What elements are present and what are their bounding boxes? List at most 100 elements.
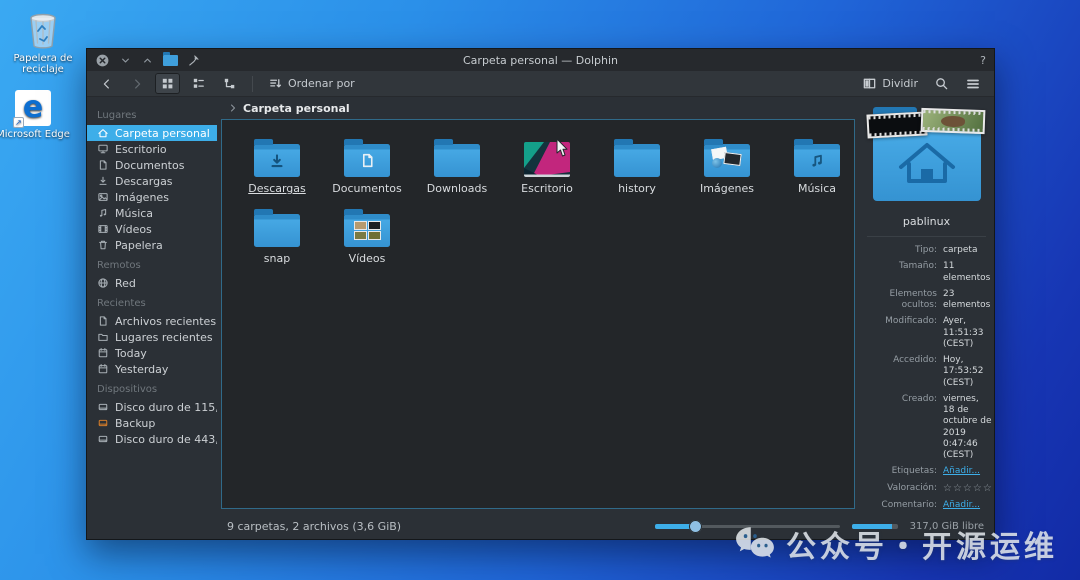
file-videos[interactable]: Vídeos <box>322 198 412 268</box>
folder-icon <box>254 144 300 177</box>
file-musica[interactable]: Música <box>772 128 855 198</box>
sidebar-item-musica[interactable]: Música <box>87 205 217 221</box>
hamburger-icon <box>965 76 981 92</box>
breadcrumb-current[interactable]: Carpeta personal <box>243 102 350 115</box>
forward-button[interactable] <box>125 74 149 94</box>
file-escritorio[interactable]: Escritorio <box>502 128 592 198</box>
sidebar-item-archivos-recientes[interactable]: Archivos recientes <box>87 313 217 329</box>
rating-stars[interactable]: ☆☆☆☆☆ <box>943 483 993 496</box>
sidebar-item-papelera[interactable]: Papelera <box>87 237 217 253</box>
music-emblem-icon <box>808 152 826 170</box>
split-button[interactable]: Dividir <box>857 73 923 94</box>
zoom-slider-handle[interactable] <box>689 520 702 533</box>
sidebar-item-backup[interactable]: Backup <box>87 415 217 431</box>
back-button[interactable] <box>95 74 119 94</box>
desktop-icon-label: Papelera de reciclaje <box>4 53 82 75</box>
file-documentos[interactable]: Documentos <box>322 128 412 198</box>
search-button[interactable] <box>929 73 954 94</box>
icons-view-button[interactable] <box>155 73 180 94</box>
calendar-icon <box>97 347 109 359</box>
items-summary: 9 carpetas, 2 archivos (3,6 GiB) <box>227 520 401 533</box>
trash-icon <box>97 239 109 251</box>
recycle-bin-icon <box>26 12 60 50</box>
desktop-icon-edge[interactable]: e ↗ Microsoft Edge <box>0 82 72 140</box>
folder-icon <box>344 214 390 247</box>
add-comment-link[interactable]: Añadir... <box>943 500 993 511</box>
file-snap[interactable]: snap <box>232 198 322 268</box>
information-panel: pablinux Tipo: carpeta Tamaño: 11 elemen… <box>859 97 994 513</box>
music-note-icon <box>97 207 109 219</box>
detail-tipo: carpeta <box>943 245 993 256</box>
globe-icon <box>97 277 109 289</box>
toolbar: Ordenar por Dividir <box>87 71 994 97</box>
split-icon <box>862 76 877 91</box>
sidebar-item-carpeta-personal[interactable]: Carpeta personal <box>87 125 217 141</box>
minimize-chevron-down-icon[interactable] <box>119 54 132 67</box>
sidebar-item-descargas[interactable]: Descargas <box>87 173 217 189</box>
hdd-icon <box>97 433 109 445</box>
sidebar-item-disco-115[interactable]: Disco duro de 115,1 GiB <box>87 399 217 415</box>
sidebar-item-documentos[interactable]: Documentos <box>87 157 217 173</box>
desktop-icon-recycle-bin[interactable]: Papelera de reciclaje <box>4 6 82 75</box>
sidebar-item-yesterday[interactable]: Yesterday <box>87 361 217 377</box>
selected-item-name: pablinux <box>867 215 986 228</box>
document-emblem-icon <box>359 152 376 169</box>
monitor-icon <box>97 143 109 155</box>
compact-view-icon <box>191 76 206 91</box>
detail-ocultos: 23 elementos <box>943 289 993 312</box>
sort-by-button[interactable]: Ordenar por <box>263 73 360 94</box>
sidebar-item-today[interactable]: Today <box>87 345 217 361</box>
folder-view[interactable]: Descargas Documentos Downloads <box>221 119 855 509</box>
breadcrumb: Carpeta personal <box>221 97 855 119</box>
file-imagenes[interactable]: Imágenes <box>682 128 772 198</box>
sidebar-item-lugares-recientes[interactable]: Lugares recientes <box>87 329 217 345</box>
details-view-button[interactable] <box>217 73 242 94</box>
window-folder-icon <box>163 55 178 66</box>
sidebar-item-disco-443[interactable]: Disco duro de 443,2 GiB <box>87 431 217 447</box>
chevron-right-icon <box>227 102 239 114</box>
detail-creado: viernes, 18 de octubre de 2019 0:47:46 (… <box>943 394 993 462</box>
sidebar-item-red[interactable]: Red <box>87 275 217 291</box>
titlebar[interactable]: Carpeta personal — Dolphin ? <box>87 49 994 71</box>
edge-icon: e ↗ <box>15 90 51 126</box>
file-downloads[interactable]: Downloads <box>412 128 502 198</box>
add-tags-link[interactable]: Añadir... <box>943 466 993 477</box>
folder-icon <box>794 144 840 177</box>
file-descargas[interactable]: Descargas <box>232 128 322 198</box>
filmstrip-thumbnail <box>920 108 985 134</box>
dolphin-window: Carpeta personal — Dolphin ? Ordenar por… <box>86 48 995 540</box>
menu-button[interactable] <box>960 73 986 95</box>
zoom-slider[interactable] <box>655 520 840 533</box>
hdd-icon <box>97 401 109 413</box>
file-history[interactable]: history <box>592 128 682 198</box>
detail-accedido: Hoy, 17:53:52 (CEST) <box>943 355 993 389</box>
sort-icon <box>268 76 283 91</box>
image-icon <box>97 191 109 203</box>
section-remotos: Remotos <box>87 253 217 275</box>
section-dispositivos: Dispositivos <box>87 377 217 399</box>
film-icon <box>97 223 109 235</box>
window-title: Carpeta personal — Dolphin <box>295 54 786 67</box>
sidebar-item-imagenes[interactable]: Imágenes <box>87 189 217 205</box>
tree-view-icon <box>222 76 237 91</box>
compact-view-button[interactable] <box>186 73 211 94</box>
close-icon[interactable] <box>95 53 110 68</box>
sidebar-item-escritorio[interactable]: Escritorio <box>87 141 217 157</box>
help-icon[interactable]: ? <box>786 54 986 67</box>
filmstrip-thumbnail <box>866 111 927 138</box>
recent-file-icon <box>97 315 109 327</box>
desktop-preview-thumbnail <box>524 142 570 177</box>
folder-icon <box>614 144 660 177</box>
maximize-chevron-up-icon[interactable] <box>141 54 154 67</box>
folder-icon <box>344 144 390 177</box>
shortcut-arrow-icon: ↗ <box>13 117 24 128</box>
home-icon <box>97 127 109 139</box>
divider <box>867 236 986 237</box>
download-icon <box>97 175 109 187</box>
calendar-icon <box>97 363 109 375</box>
sidebar-item-videos[interactable]: Vídeos <box>87 221 217 237</box>
download-emblem-icon <box>268 152 286 170</box>
free-space-text: 317,0 GiB libre <box>910 521 984 532</box>
pin-icon[interactable] <box>187 54 200 67</box>
home-folder-preview[interactable] <box>873 119 981 201</box>
